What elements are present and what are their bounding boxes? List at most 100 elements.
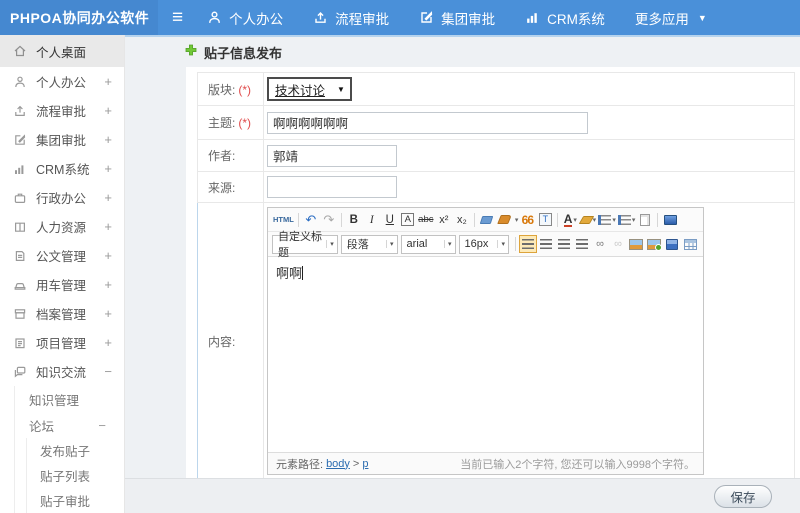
path-body-link[interactable]: body: [326, 458, 350, 470]
superscript-button[interactable]: x²: [435, 211, 453, 229]
content-area: 贴子信息发布 版块: (*) 技术讨论 ▼ 主题: (*) 啊啊啊啊啊啊 作者:…: [125, 35, 800, 513]
caret-down-icon: ▾: [386, 240, 394, 248]
editor-toolbar-row1: HTML ↶ ↷ B I U A abc x² x₂ ▾ 66 T A ▾ ▾ …: [268, 208, 703, 232]
highlight-color-button[interactable]: ▾: [578, 211, 597, 229]
nav-item-personal-office[interactable]: 个人办公: [207, 8, 283, 28]
new-document-icon: [640, 213, 651, 226]
ordered-list-button[interactable]: ▾: [597, 211, 617, 229]
media-button[interactable]: [663, 235, 681, 253]
sidebar-item-post-list[interactable]: 贴子列表: [27, 463, 124, 488]
expand-icon[interactable]: +: [104, 190, 112, 205]
font-border-button[interactable]: A: [401, 213, 415, 226]
sidebar-item-post-approval[interactable]: 贴子审批: [27, 488, 124, 513]
expand-icon[interactable]: +: [104, 103, 112, 118]
element-path-label: 元素路径:: [276, 458, 324, 471]
book-icon: [13, 220, 28, 234]
flow-icon: [13, 104, 28, 118]
insert-image-button[interactable]: [645, 235, 663, 253]
path-p-link[interactable]: p: [362, 458, 368, 470]
table-button[interactable]: [681, 235, 699, 253]
align-left-button[interactable]: [519, 235, 537, 253]
sidebar-item-knowledge[interactable]: 知识交流 −: [0, 357, 124, 386]
edit-icon: [419, 10, 434, 25]
align-justify-button[interactable]: [573, 235, 591, 253]
undo-button[interactable]: ↶: [302, 211, 320, 229]
sidebar-item-admin-office[interactable]: 行政办公 +: [0, 183, 124, 212]
sidebar-item-group-approval[interactable]: 集团审批 +: [0, 125, 124, 154]
board-select[interactable]: 技术讨论 ▼: [267, 77, 352, 101]
bold-button[interactable]: B: [345, 211, 363, 229]
expand-icon[interactable]: +: [104, 335, 112, 350]
highlighter-icon: [578, 215, 594, 224]
custom-title-dropdown[interactable]: 自定义标题 ▾: [272, 231, 338, 259]
font-family-dropdown[interactable]: arial ▾: [400, 234, 456, 254]
eraser-icon: [480, 215, 494, 224]
insert-link-button[interactable]: ∞: [591, 235, 609, 253]
nav-item-group-approval[interactable]: 集团审批: [419, 8, 495, 28]
subscript-button[interactable]: x₂: [453, 211, 471, 229]
form-panel: 版块:(*) 技术讨论 ▼ 主题:(*) 作者:: [186, 67, 800, 478]
eraser-button[interactable]: [478, 211, 496, 229]
underline-button[interactable]: U: [381, 211, 399, 229]
editor-content-area[interactable]: 啊啊: [268, 257, 703, 452]
save-button[interactable]: 保存: [714, 484, 772, 508]
new-document-button[interactable]: [636, 211, 654, 229]
remove-link-button[interactable]: ∞: [609, 235, 627, 253]
hamburger-menu-icon[interactable]: ≡: [172, 8, 183, 27]
align-center-button[interactable]: [537, 235, 555, 253]
sidebar-item-personal-desktop[interactable]: 个人桌面: [0, 35, 124, 67]
expand-icon[interactable]: +: [104, 132, 112, 147]
source-label: 来源:: [208, 180, 236, 195]
blockquote-button[interactable]: 66: [518, 211, 536, 229]
text-cursor: [302, 266, 304, 280]
sidebar-item-forum[interactable]: 论坛 −: [15, 412, 124, 438]
strikethrough-button[interactable]: abc: [417, 211, 435, 229]
sidebar-item-archives[interactable]: 档案管理 +: [0, 299, 124, 328]
paragraph-dropdown[interactable]: 段落 ▾: [340, 234, 398, 254]
table-icon: [683, 238, 697, 250]
format-brush-button[interactable]: [496, 211, 514, 229]
sidebar-item-knowledge-mgmt[interactable]: 知识管理: [15, 386, 124, 412]
briefcase-icon: [13, 191, 28, 205]
image-button[interactable]: [627, 235, 645, 253]
archive-icon: [13, 307, 28, 321]
fullscreen-button[interactable]: [661, 211, 679, 229]
collapse-icon[interactable]: −: [104, 364, 112, 379]
sidebar-item-official-docs[interactable]: 公文管理 +: [0, 241, 124, 270]
home-icon: [13, 44, 28, 58]
source-input[interactable]: [267, 176, 397, 198]
nav-item-workflow-approval[interactable]: 流程审批: [313, 8, 389, 28]
sidebar-item-personal-office[interactable]: 个人办公 +: [0, 67, 124, 96]
author-input[interactable]: [267, 144, 397, 167]
sidebar-item-post-publish[interactable]: 发布贴子: [27, 438, 124, 463]
align-right-button[interactable]: [555, 235, 573, 253]
expand-icon[interactable]: +: [104, 74, 112, 89]
sidebar: 个人桌面 个人办公 + 流程审批 + 集团审批 + CRM系统 + 行政办公 +: [0, 35, 125, 513]
board-label: 版块:: [208, 82, 236, 97]
italic-button[interactable]: I: [363, 211, 381, 229]
redo-button[interactable]: ↷: [320, 211, 338, 229]
expand-icon[interactable]: +: [104, 277, 112, 292]
subject-input[interactable]: [267, 111, 588, 134]
document-icon: [13, 249, 28, 263]
paste-as-text-button[interactable]: T: [538, 213, 552, 226]
sidebar-item-hr[interactable]: 人力资源 +: [0, 212, 124, 241]
expand-icon[interactable]: +: [104, 306, 112, 321]
nav-item-crm[interactable]: CRM系统: [525, 8, 605, 28]
sidebar-item-workflow-approval[interactable]: 流程审批 +: [0, 96, 124, 125]
expand-icon[interactable]: +: [104, 248, 112, 263]
sidebar-item-vehicle[interactable]: 用车管理 +: [0, 270, 124, 299]
image-icon: [629, 238, 643, 250]
add-icon: [185, 43, 197, 61]
forum-submenu: 发布贴子 贴子列表 贴子审批 论坛版块设置: [26, 438, 124, 513]
font-size-dropdown[interactable]: 16px ▾: [458, 234, 509, 254]
expand-icon[interactable]: +: [104, 161, 112, 176]
unordered-list-button[interactable]: ▾: [617, 211, 637, 229]
collapse-icon[interactable]: −: [98, 418, 106, 433]
sidebar-item-projects[interactable]: 项目管理 +: [0, 328, 124, 357]
nav-item-more-apps[interactable]: 更多应用 ▼: [635, 8, 707, 28]
html-source-button[interactable]: HTML: [272, 211, 295, 229]
expand-icon[interactable]: +: [104, 219, 112, 234]
sidebar-item-crm[interactable]: CRM系统 +: [0, 154, 124, 183]
font-color-button[interactable]: A ▾: [561, 211, 579, 229]
